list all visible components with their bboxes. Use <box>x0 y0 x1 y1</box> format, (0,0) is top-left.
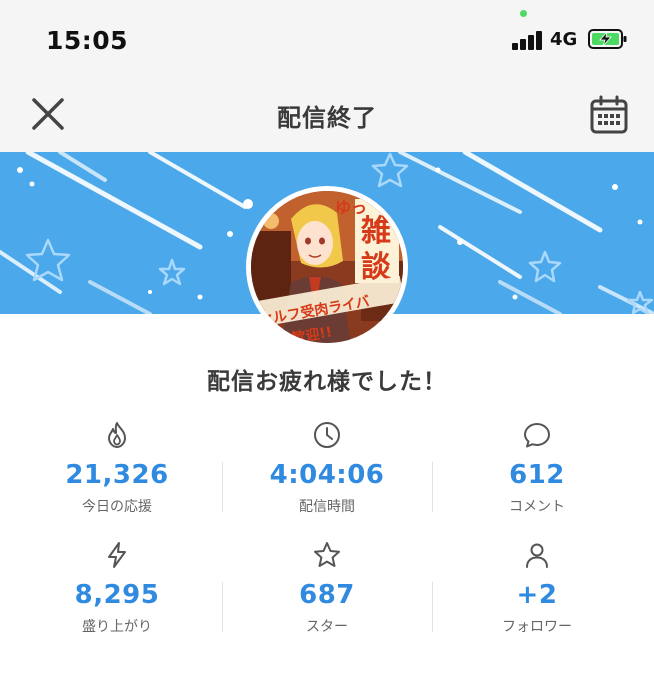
divider <box>432 582 433 632</box>
stat-value: 687 <box>299 580 355 610</box>
stat-comments: 612 コメント <box>428 410 646 520</box>
stat-label: 配信時間 <box>299 499 355 515</box>
divider <box>432 462 433 512</box>
divider <box>222 462 223 512</box>
avatar-image: ゆっ 雑 談 セルフ受肉ライバ 様歓迎!! <box>251 191 403 343</box>
signal-icon <box>512 30 544 50</box>
stat-label: フォロワー <box>502 619 572 635</box>
stat-cheers: 21,326 今日の応援 <box>8 410 226 520</box>
stat-label: 盛り上がり <box>82 619 152 635</box>
status-time: 15:05 <box>46 26 129 55</box>
avatar-text-zatsu: 雑 <box>360 214 391 249</box>
stat-label: コメント <box>509 499 565 515</box>
stat-label: 今日の応援 <box>82 499 152 515</box>
flame-icon <box>108 422 126 448</box>
divider <box>222 582 223 632</box>
stat-value: 612 <box>509 460 565 490</box>
clock-icon <box>314 422 340 448</box>
camera-indicator-dot <box>520 10 527 17</box>
stream-end-message: 配信お疲れ様でした！ <box>207 369 447 395</box>
stat-stream-time: 4:04:06 配信時間 <box>218 410 436 520</box>
stat-stars: 687 スター <box>218 530 436 640</box>
battery-charging-icon <box>588 29 627 49</box>
stat-value: 8,295 <box>74 580 160 610</box>
stat-excitement: 8,295 盛り上がり <box>8 530 226 640</box>
stat-followers: +2 フォロワー <box>428 530 646 640</box>
person-icon <box>526 543 548 568</box>
stat-label: スター <box>306 619 348 635</box>
stat-value: +2 <box>516 580 558 610</box>
stat-value: 21,326 <box>65 460 169 490</box>
status-bar: 15:05 4G <box>0 0 654 76</box>
stats-grid: 21,326 今日の応援 4:04:06 配信時間 612 コメント 8,295… <box>0 410 654 650</box>
lightning-icon <box>108 542 126 568</box>
network-type: 4G <box>550 29 578 50</box>
calendar-icon[interactable] <box>588 94 630 136</box>
page-title: 配信終了 <box>277 104 377 132</box>
nav-bar: 配信終了 <box>0 76 654 152</box>
comment-icon <box>524 423 550 448</box>
stat-value: 4:04:06 <box>269 460 385 490</box>
star-icon <box>314 542 340 567</box>
avatar: ゆっ 雑 談 セルフ受肉ライバ 様歓迎!! <box>246 186 408 348</box>
